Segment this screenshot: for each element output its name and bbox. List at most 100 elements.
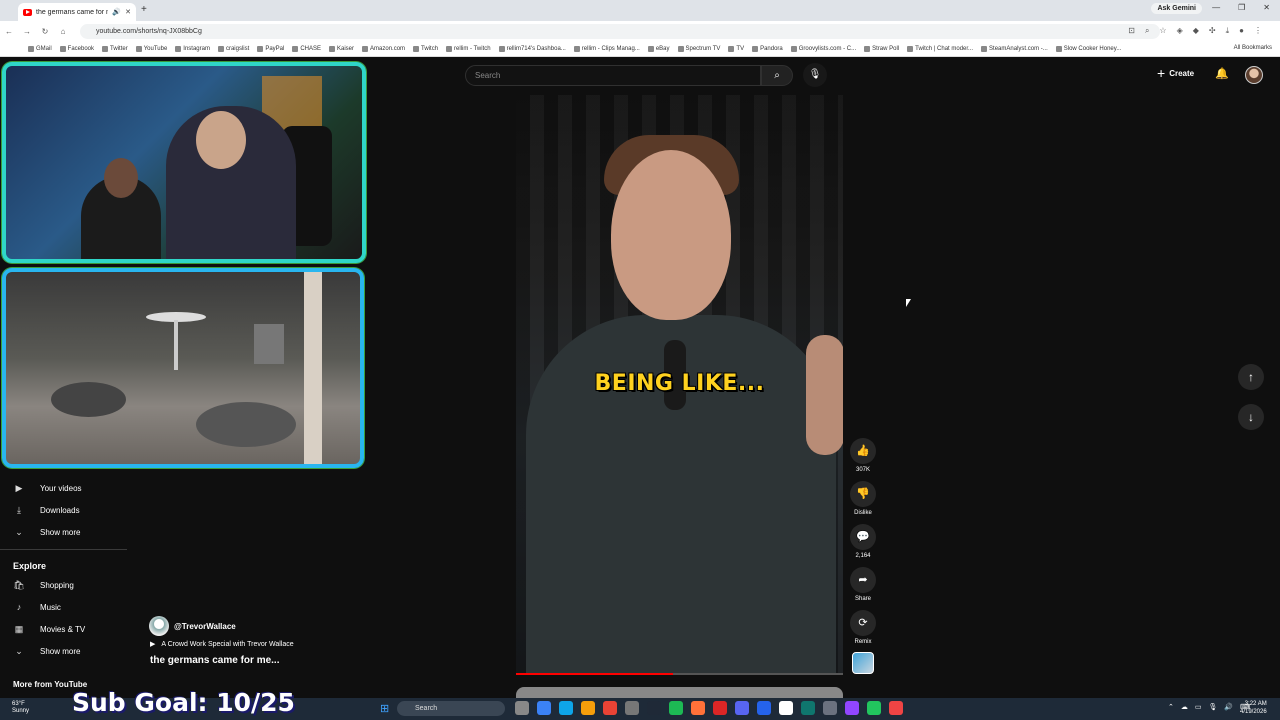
app-icon[interactable] [757,701,771,715]
video-progress-bar[interactable] [516,673,843,675]
windows-start-icon[interactable]: ⊞ [380,702,389,715]
create-button[interactable]: + Create [1157,65,1194,81]
bookmark-item[interactable]: Kaiser [329,46,354,52]
search-button[interactable]: ⌕ [761,65,793,86]
install-icon[interactable]: ⊡ [1128,26,1135,36]
download-icon[interactable]: ⤓ [1226,26,1230,36]
shorts-video-player[interactable]: BEING LIKE... [516,95,843,675]
app-icon[interactable] [779,701,793,715]
bookmark-item[interactable]: eBay [647,46,670,52]
home-icon[interactable]: ⌂ [54,27,72,36]
app-icon[interactable] [889,701,903,715]
playlist-link[interactable]: ▶ A Crowd Work Special with Trevor Walla… [150,640,294,649]
sidebar-item-downloads[interactable]: ⤓ Downloads [12,505,80,516]
remix-action[interactable]: ⟳ Remix [850,610,876,645]
speaker-icon[interactable]: 🔊 [112,8,121,16]
sidebar-item-music[interactable]: ♪ Music [12,602,61,612]
sound-source-thumbnail[interactable] [850,652,876,674]
bookmark-item[interactable]: YouTube [135,46,167,52]
next-short-button[interactable]: ↓ [1238,404,1264,430]
network-icon[interactable]: ▭ [1195,703,1202,711]
steam-icon[interactable] [647,701,661,715]
file-explorer-icon[interactable] [581,701,595,715]
share-action[interactable]: ➦ Share [850,567,876,602]
dislike-action[interactable]: 👎 Dislike [850,481,876,516]
twitch-icon[interactable] [845,701,859,715]
back-icon[interactable]: ← [0,27,18,36]
bookmark-item[interactable]: rellim - Twitch [446,46,491,52]
edge-icon[interactable] [559,701,573,715]
task-view-icon[interactable] [515,701,529,715]
bookmark-item[interactable]: Groovylists.com - C... [790,46,856,52]
sidebar-show-more-explore[interactable]: ⌄ Show more [12,646,80,657]
spotify-icon[interactable] [669,701,683,715]
bookmark-star-icon[interactable]: ☆ [1159,26,1166,36]
all-bookmarks-button[interactable]: All Bookmarks [1234,45,1272,51]
sidebar-show-more[interactable]: ⌄ Show more [12,527,80,538]
bookmark-item[interactable]: Pandora [752,46,783,52]
channel-name[interactable]: @TrevorWallace [174,622,236,631]
volume-icon[interactable]: 🔊 [1224,703,1233,711]
bookmark-item[interactable]: rellim714's Dashboa... [498,46,566,52]
chevron-up-icon[interactable]: ⌃ [1168,703,1174,711]
weather-widget[interactable]: 63°F Sunny [12,701,29,715]
app-icon[interactable] [713,701,727,715]
previous-short-button[interactable]: ↑ [1238,364,1264,390]
microphone-icon[interactable]: 🎙 [1209,703,1218,711]
taskbar-search[interactable]: Search [397,701,505,716]
avatar[interactable] [1245,66,1263,84]
bookmark-item[interactable]: PayPal [257,46,284,52]
notifications-bell-icon[interactable]: 🔔 [1215,67,1229,80]
thumbs-up-icon[interactable]: 👍 [850,438,876,464]
discord-icon[interactable] [735,701,749,715]
app-icon[interactable] [823,701,837,715]
app-icon[interactable] [625,701,639,715]
bookmark-item[interactable]: Slow Cooker Honey... [1055,46,1121,52]
reload-icon[interactable]: ↻ [36,27,54,36]
channel-info[interactable]: @TrevorWallace [149,616,236,636]
chrome-icon[interactable] [603,701,617,715]
bookmark-item[interactable]: SteamAnalyst.com -... [981,46,1048,52]
comment-icon[interactable]: 💬 [850,524,876,550]
voice-search-button[interactable]: 🎙 [803,63,827,87]
bookmark-item[interactable]: GMail [28,46,52,52]
sidebar-item-movies-tv[interactable]: ▦ Movies & TV [12,624,85,635]
app-icon[interactable] [867,701,881,715]
new-tab-button[interactable]: + [141,4,147,15]
restore-icon[interactable]: ❐ [1238,3,1245,12]
bookmark-item[interactable]: Amazon.com [362,46,405,52]
audio-thumbnail[interactable] [852,652,874,674]
tab-close-icon[interactable]: ✕ [125,8,131,16]
browser-tab[interactable]: the germans came for me... 🔊 ✕ [18,3,136,21]
bookmark-item[interactable]: CHASE [292,46,321,52]
bookmark-item[interactable]: rellim - Clips Manag... [573,46,640,52]
share-arrow-icon[interactable]: ➦ [850,567,876,593]
bookmark-item[interactable]: TV [728,46,744,52]
close-window-icon[interactable]: ✕ [1263,3,1270,12]
bookmark-item[interactable]: Twitch | Chat moder... [907,46,973,52]
cloud-icon[interactable]: ☁ [1181,703,1188,711]
sidebar-item-your-videos[interactable]: ▶ Your videos [12,483,82,494]
bookmark-item[interactable]: Straw Poll [864,46,899,52]
bookmark-item[interactable]: Facebook [59,46,94,52]
forward-icon[interactable]: → [18,27,36,36]
firefox-icon[interactable] [691,701,705,715]
thumbs-down-icon[interactable]: 👎 [850,481,876,507]
bookmark-item[interactable]: Spectrum TV [677,46,720,52]
like-action[interactable]: 👍 307K [850,438,876,473]
ask-gemini-button[interactable]: Ask Gemini [1151,3,1202,14]
profile-icon[interactable]: ● [1239,26,1244,36]
taskbar-clock[interactable]: 3:22 AM 4/19/2026 [1240,700,1267,716]
zoom-icon[interactable]: ⌕ [1145,26,1149,36]
extension-icon[interactable]: ◈ [1177,26,1183,36]
minimize-icon[interactable]: — [1212,3,1220,12]
address-bar[interactable]: youtube.com/shorts/nq-JX08bbCg [80,24,1160,39]
copilot-icon[interactable] [537,701,551,715]
menu-icon[interactable]: ⋮ [1254,26,1262,36]
search-input[interactable]: Search [465,65,761,86]
channel-avatar[interactable] [149,616,169,636]
bookmark-item[interactable]: Instagram [175,46,210,52]
video-title[interactable]: the germans came for me... [150,655,280,666]
bookmark-item[interactable]: craigslist [217,46,249,52]
app-icon[interactable] [801,701,815,715]
